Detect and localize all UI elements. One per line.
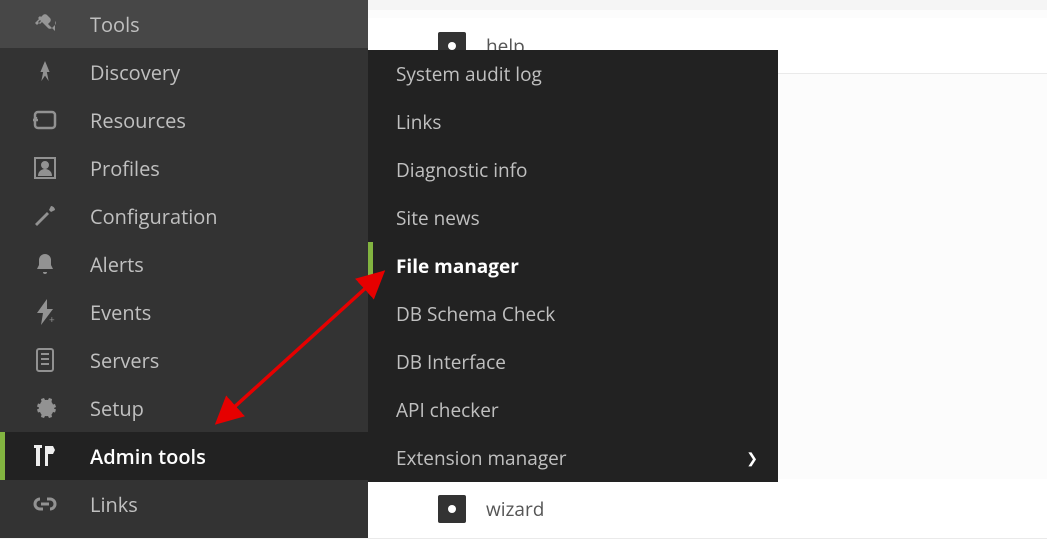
sidebar-item-label: Discovery xyxy=(90,59,368,86)
sidebar-item-admin-tools[interactable]: Admin tools xyxy=(0,432,368,480)
gear-icon xyxy=(30,393,60,423)
link-icon xyxy=(30,489,60,519)
sidebar-item-configuration[interactable]: Configuration xyxy=(0,192,368,240)
sidebar-item-label: Configuration xyxy=(90,203,368,230)
submenu-item-diagnostic-info[interactable]: Diagnostic info xyxy=(368,146,778,194)
sidebar-item-resources[interactable]: Resources xyxy=(0,96,368,144)
sidebar: Tools Discovery Resources Profiles Confi… xyxy=(0,0,368,538)
submenu-item-label: System audit log xyxy=(396,61,542,87)
server-icon xyxy=(30,345,60,375)
submenu-item-db-interface[interactable]: DB Interface xyxy=(368,338,778,386)
row-label: wizard xyxy=(486,496,544,522)
submenu-item-label: DB Interface xyxy=(396,349,506,375)
svg-text:+: + xyxy=(49,312,55,325)
submenu-item-site-news[interactable]: Site news xyxy=(368,194,778,242)
sidebar-item-label: Events xyxy=(90,299,368,326)
submenu-item-links[interactable]: Links xyxy=(368,98,778,146)
sidebar-item-label: Alerts xyxy=(90,251,368,278)
sidebar-item-label: Setup xyxy=(90,395,368,422)
bell-icon xyxy=(30,249,60,279)
sidebar-item-label: Resources xyxy=(90,107,368,134)
submenu-item-db-schema-check[interactable]: DB Schema Check xyxy=(368,290,778,338)
admin-tools-icon xyxy=(30,441,60,471)
sidebar-item-events[interactable]: + Events xyxy=(0,288,368,336)
sidebar-item-discovery[interactable]: Discovery xyxy=(0,48,368,96)
submenu-item-label: API checker xyxy=(396,397,499,423)
submenu-item-file-manager[interactable]: File manager xyxy=(368,242,778,290)
sidebar-item-label: Tools xyxy=(90,11,368,38)
content-row[interactable]: wizard xyxy=(368,479,1047,539)
submenu-item-label: Links xyxy=(396,109,441,135)
bolt-icon: + xyxy=(30,297,60,327)
submenu-item-api-checker[interactable]: API checker xyxy=(368,386,778,434)
submenu-item-label: Diagnostic info xyxy=(396,157,527,183)
sidebar-item-label: Admin tools xyxy=(90,443,368,470)
sidebar-item-setup[interactable]: Setup xyxy=(0,384,368,432)
content-spacer-top xyxy=(368,0,1047,10)
submenu: System audit log Links Diagnostic info S… xyxy=(368,50,778,482)
sidebar-item-profiles[interactable]: Profiles xyxy=(0,144,368,192)
layers-icon xyxy=(30,105,60,135)
tools-icon xyxy=(30,9,60,39)
sidebar-item-label: Links xyxy=(90,491,368,518)
profile-icon xyxy=(30,153,60,183)
submenu-item-system-audit-log[interactable]: System audit log xyxy=(368,50,778,98)
sidebar-item-tools[interactable]: Tools xyxy=(0,0,368,48)
submenu-item-label: Extension manager xyxy=(396,445,567,471)
submenu-item-label: Site news xyxy=(396,205,480,231)
sidebar-item-alerts[interactable]: Alerts xyxy=(0,240,368,288)
sidebar-item-label: Profiles xyxy=(90,155,368,182)
submenu-item-extension-manager[interactable]: Extension manager ❯ xyxy=(368,434,778,482)
module-icon xyxy=(438,495,466,523)
sidebar-item-links[interactable]: Links xyxy=(0,480,368,528)
sidebar-item-label: Servers xyxy=(90,347,368,374)
rocket-icon xyxy=(30,57,60,87)
sidebar-item-servers[interactable]: Servers xyxy=(0,336,368,384)
submenu-item-label: File manager xyxy=(396,253,519,279)
submenu-item-label: DB Schema Check xyxy=(396,301,555,327)
wrench-icon xyxy=(30,201,60,231)
chevron-right-icon: ❯ xyxy=(746,449,758,468)
